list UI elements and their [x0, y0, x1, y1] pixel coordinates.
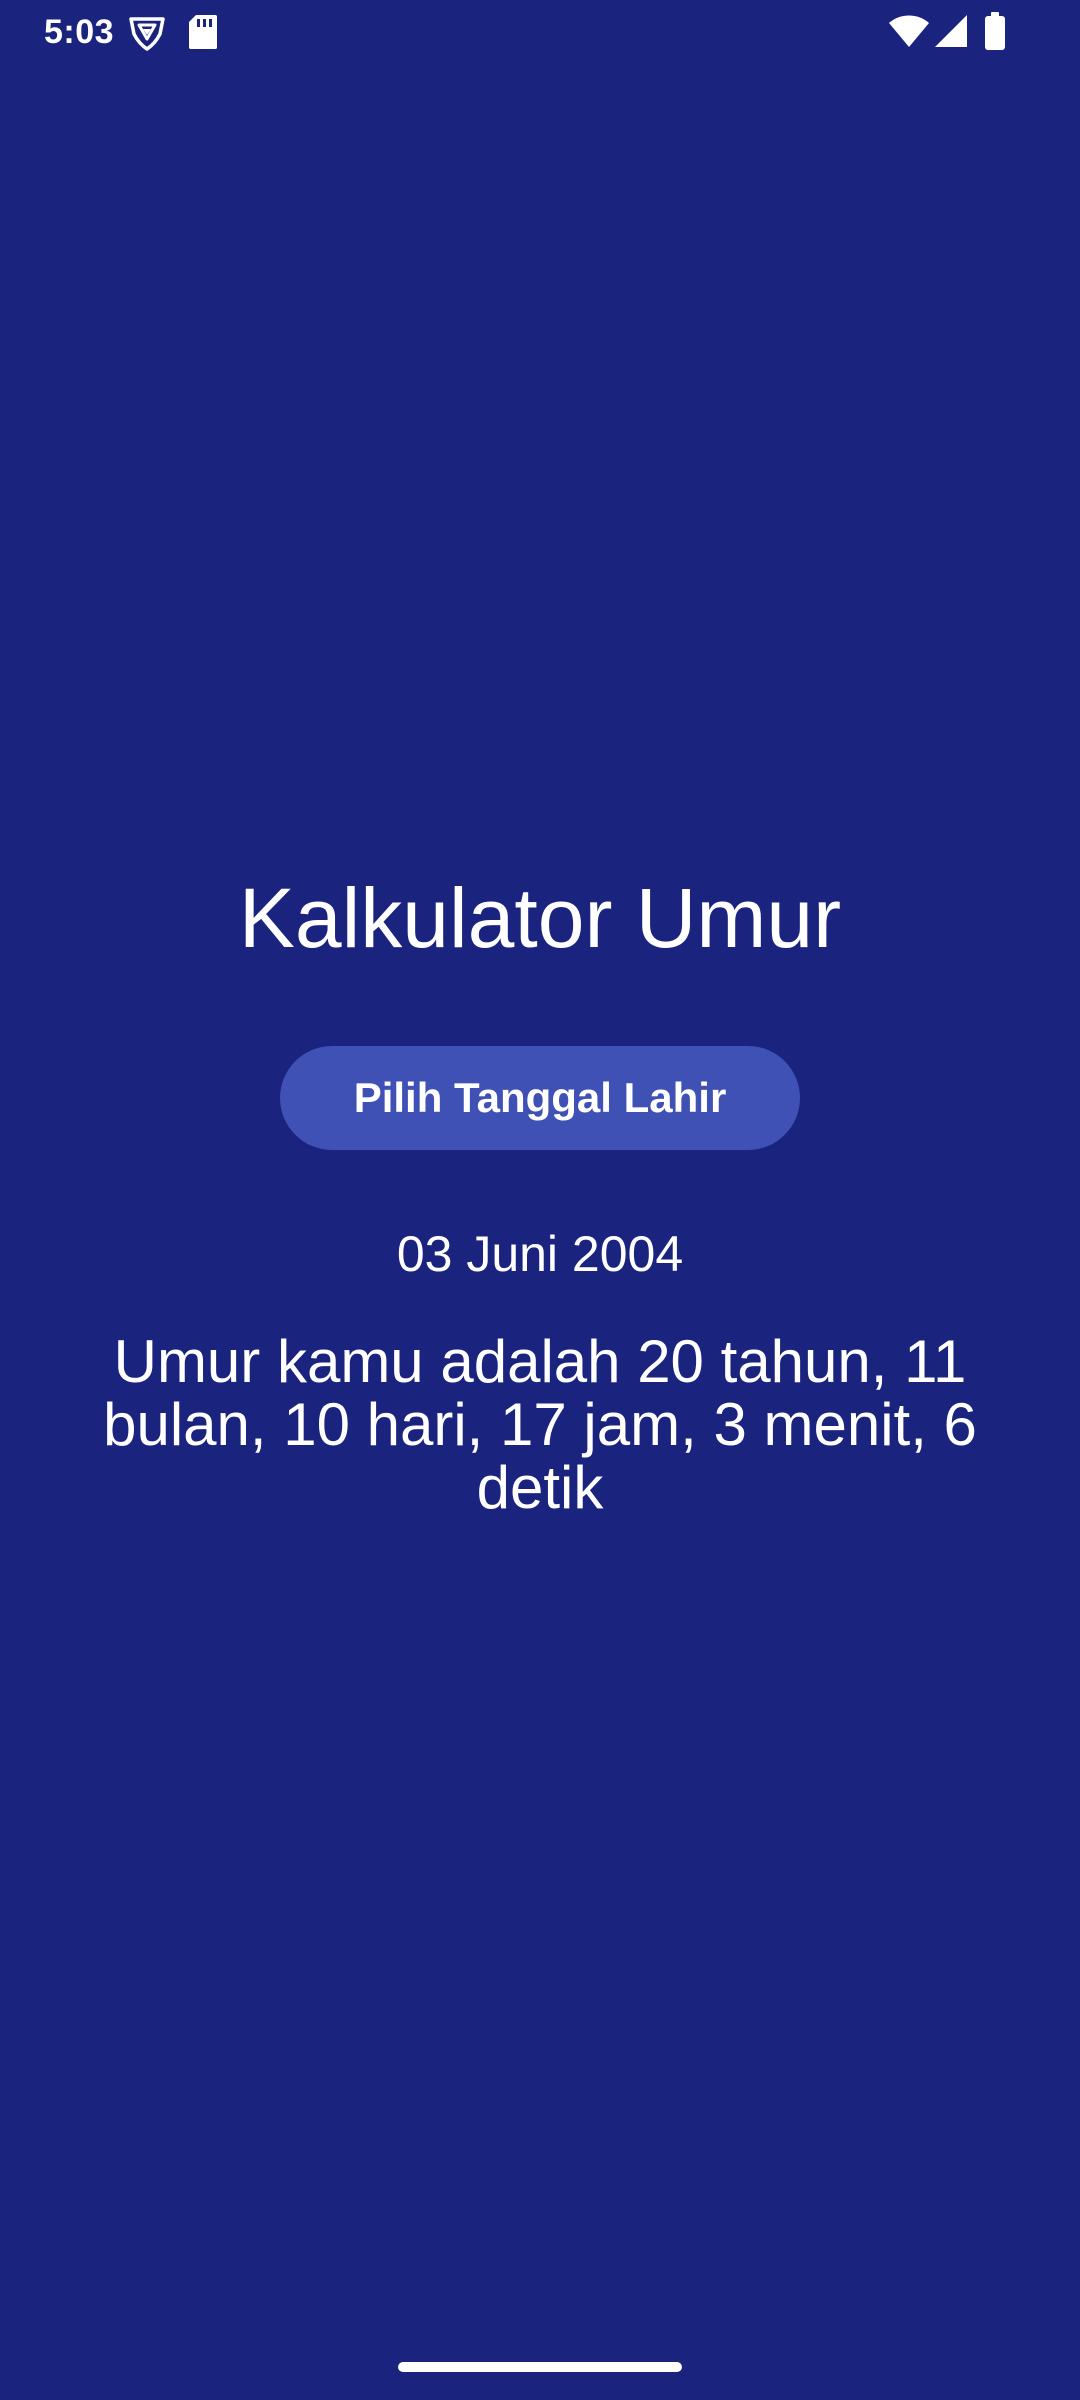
page-title: Kalkulator Umur [238, 871, 842, 965]
vpn-shield-icon [129, 17, 165, 51]
battery-icon [985, 12, 1005, 50]
sd-card-icon [189, 15, 217, 49]
pick-birthdate-button[interactable]: Pilih Tanggal Lahir [280, 1046, 800, 1150]
selected-birth-date: 03 Juni 2004 [396, 1226, 684, 1282]
wifi-icon [889, 15, 929, 47]
cellular-signal-icon [935, 15, 967, 47]
age-result-text: Umur kamu adalah 20 tahun, 11 bulan, 10 … [103, 1328, 977, 1521]
status-time: 5:03 [44, 13, 115, 51]
status-bar: 5:03 [0, 0, 1080, 66]
home-gesture-bar[interactable] [398, 2362, 682, 2372]
